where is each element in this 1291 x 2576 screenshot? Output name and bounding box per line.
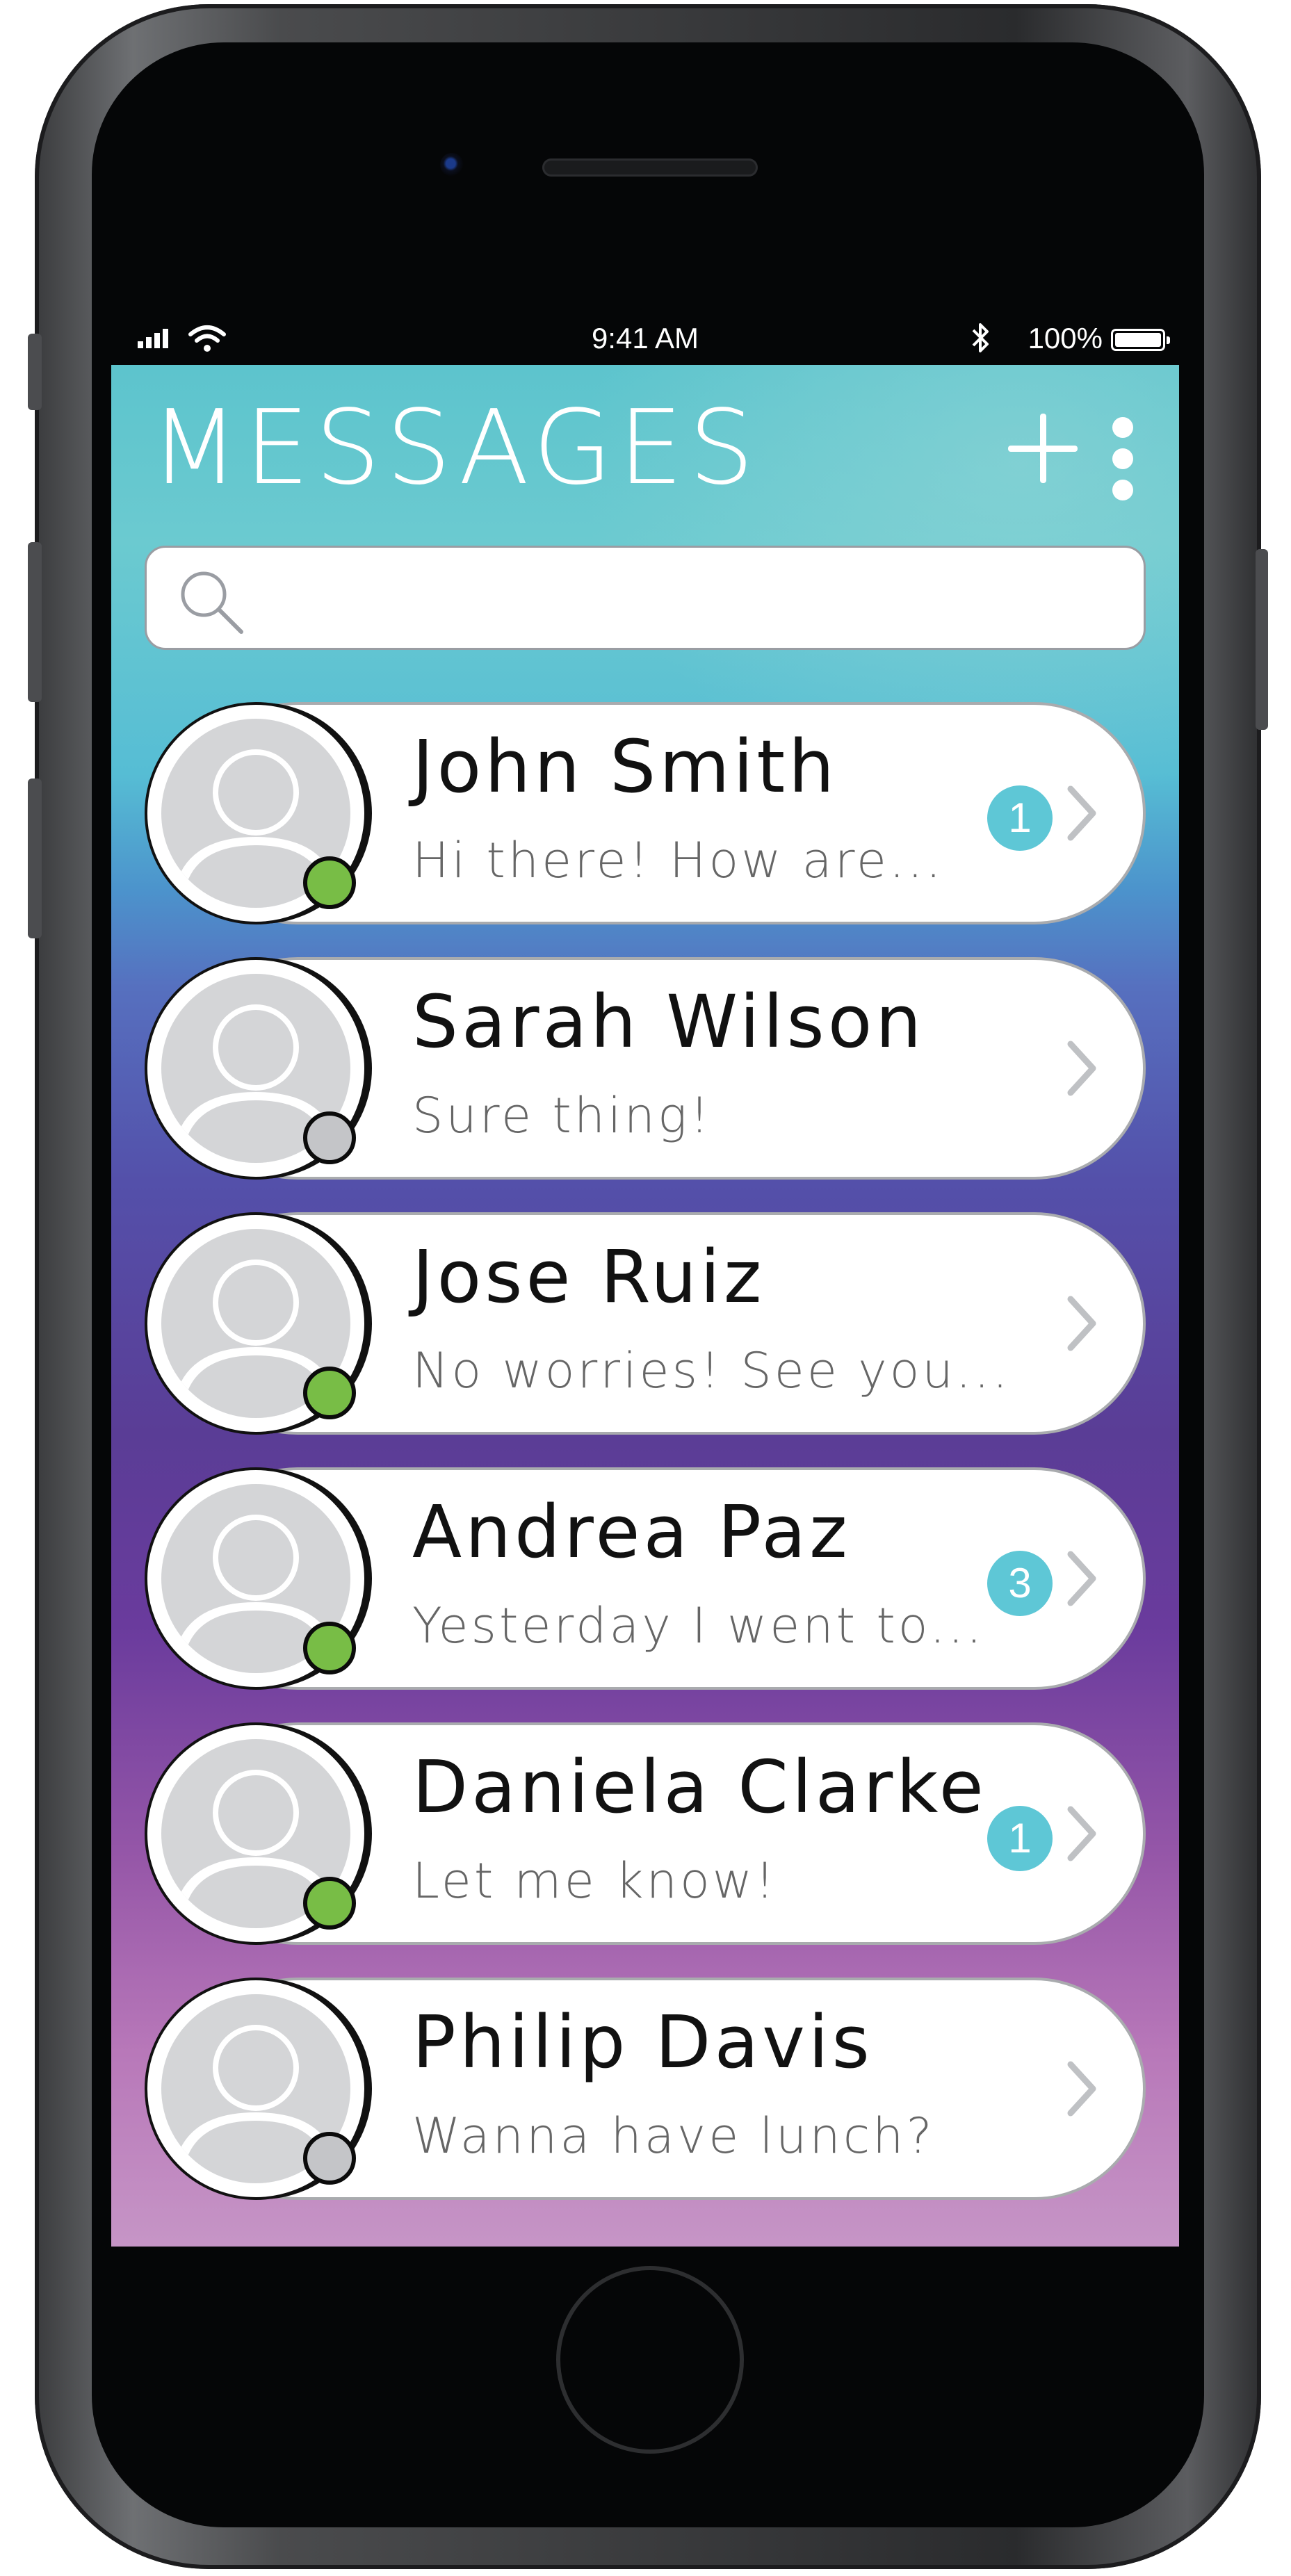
- contact-name: Philip Davis: [412, 2000, 873, 2085]
- conversation-row[interactable]: Sarah Wilson Sure thing!: [145, 957, 1146, 1180]
- unread-badge: 1: [987, 785, 1053, 851]
- offline-status-indicator: [303, 2132, 356, 2185]
- conversation-row[interactable]: Jose Ruiz No worries! See you...: [145, 1212, 1146, 1435]
- online-status-indicator: [303, 1877, 356, 1930]
- conversation-row[interactable]: Daniela Clarke Let me know! 1: [145, 1722, 1146, 1945]
- front-camera: [440, 153, 464, 177]
- chevron-right-icon[interactable]: [1064, 1547, 1098, 1610]
- online-status-indicator: [303, 856, 356, 909]
- chevron-right-icon[interactable]: [1064, 782, 1098, 845]
- contact-name: Daniela Clarke: [412, 1745, 987, 1829]
- chevron-right-icon[interactable]: [1064, 1292, 1098, 1355]
- conversation-row[interactable]: Andrea Paz Yesterday I went to... 3: [145, 1467, 1146, 1690]
- unread-badge: 3: [987, 1551, 1053, 1616]
- power-button: [1256, 549, 1268, 730]
- screen: 9:41 AM 100% MESSAGES John Smith Hi ther…: [111, 309, 1179, 2247]
- chevron-right-icon[interactable]: [1064, 2057, 1098, 2120]
- earpiece-speaker: [542, 158, 758, 177]
- message-preview: No worries! See you...: [412, 1342, 1011, 1399]
- message-preview: Yesterday I went to...: [412, 1597, 985, 1654]
- message-preview: Wanna have lunch?: [412, 2108, 935, 2165]
- contact-name: Sarah Wilson: [412, 979, 925, 1064]
- message-preview: Sure thing!: [412, 1087, 713, 1144]
- chevron-right-icon[interactable]: [1064, 1037, 1098, 1100]
- home-button[interactable]: [556, 2266, 744, 2454]
- contact-name: Jose Ruiz: [412, 1234, 765, 1319]
- online-status-indicator: [303, 1367, 356, 1419]
- conversation-row[interactable]: Philip Davis Wanna have lunch?: [145, 1978, 1146, 2200]
- message-preview: Hi there! How are...: [412, 832, 944, 889]
- online-status-indicator: [303, 1622, 356, 1674]
- unread-badge: 1: [987, 1806, 1053, 1871]
- message-preview: Let me know!: [412, 1852, 778, 1909]
- mute-switch: [28, 334, 42, 410]
- conversation-row[interactable]: John Smith Hi there! How are... 1: [145, 702, 1146, 924]
- volume-down-button: [28, 778, 42, 938]
- contact-name: Andrea Paz: [412, 1490, 851, 1574]
- chevron-right-icon[interactable]: [1064, 1802, 1098, 1865]
- offline-status-indicator: [303, 1111, 356, 1164]
- volume-up-button: [28, 542, 42, 702]
- conversation-list: John Smith Hi there! How are... 1 Sarah …: [111, 309, 1179, 2247]
- contact-name: John Smith: [412, 724, 838, 809]
